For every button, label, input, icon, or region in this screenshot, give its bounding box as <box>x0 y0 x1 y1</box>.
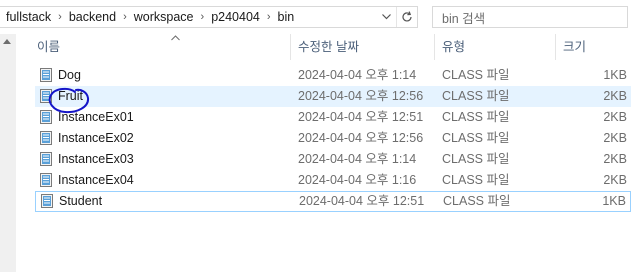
class-file-icon <box>41 194 53 208</box>
file-size: 1KB <box>602 194 626 208</box>
breadcrumb-bin[interactable]: bin <box>274 10 299 24</box>
breadcrumb-separator[interactable]: › <box>120 11 130 23</box>
file-size: 2KB <box>603 173 627 187</box>
file-date: 2024-04-04 오후 12:51 <box>299 194 425 208</box>
breadcrumb-separator[interactable]: › <box>264 11 274 23</box>
file-date: 2024-04-04 오후 12:56 <box>298 131 424 145</box>
file-row-selected[interactable]: Student 2024-04-04 오후 12:51 CLASS 파일 1KB <box>35 191 631 212</box>
file-type: CLASS 파일 <box>442 152 510 166</box>
file-type: CLASS 파일 <box>442 131 510 145</box>
file-size: 2KB <box>603 131 627 145</box>
scroll-up-icon[interactable] <box>3 39 11 44</box>
file-list: Dog 2024-04-04 오후 1:14 CLASS 파일 1KB Frui… <box>35 65 631 212</box>
address-row: fullstack › backend › workspace › p24040… <box>0 0 637 34</box>
navigation-pane <box>0 34 16 272</box>
class-file-icon <box>40 152 52 166</box>
address-bar-buttons <box>376 7 417 27</box>
file-size: 2KB <box>603 110 627 124</box>
file-size: 2KB <box>603 152 627 166</box>
address-bar[interactable]: fullstack › backend › workspace › p24040… <box>0 6 418 28</box>
refresh-icon[interactable] <box>396 7 417 27</box>
file-size: 2KB <box>603 89 627 103</box>
breadcrumb-backend[interactable]: backend <box>65 10 120 24</box>
file-type: CLASS 파일 <box>442 173 510 187</box>
file-name: InstanceEx03 <box>58 152 134 166</box>
chevron-down-icon[interactable] <box>376 7 396 27</box>
file-type: CLASS 파일 <box>442 89 510 103</box>
file-row[interactable]: Fruit 2024-04-04 오후 12:56 CLASS 파일 2KB <box>35 86 631 107</box>
file-row[interactable]: InstanceEx03 2024-04-04 오후 1:14 CLASS 파일… <box>35 149 631 170</box>
file-date: 2024-04-04 오후 1:14 <box>298 152 417 166</box>
file-type: CLASS 파일 <box>442 110 510 124</box>
file-row[interactable]: InstanceEx01 2024-04-04 오후 12:51 CLASS 파… <box>35 107 631 128</box>
file-date: 2024-04-04 오후 12:56 <box>298 89 424 103</box>
handdrawn-circle-annotation <box>48 87 90 114</box>
breadcrumb-separator[interactable]: › <box>55 11 65 23</box>
class-file-icon <box>40 173 52 187</box>
class-file-icon <box>40 68 52 82</box>
breadcrumb-workspace[interactable]: workspace <box>130 10 198 24</box>
search-placeholder: bin 검색 <box>442 11 486 26</box>
file-name: Dog <box>58 68 81 82</box>
file-row[interactable]: InstanceEx02 2024-04-04 오후 12:56 CLASS 파… <box>35 128 631 149</box>
file-row[interactable]: InstanceEx04 2024-04-04 오후 1:16 CLASS 파일… <box>35 170 631 191</box>
column-type[interactable]: 유형 <box>435 34 555 60</box>
column-size[interactable]: 크기 <box>556 34 637 60</box>
file-name: InstanceEx02 <box>58 131 134 145</box>
file-name: Student <box>59 194 103 208</box>
breadcrumb-p240404[interactable]: p240404 <box>207 10 264 24</box>
column-date[interactable]: 수정한 날짜 <box>291 34 434 60</box>
file-size: 1KB <box>603 68 627 82</box>
breadcrumb-separator[interactable]: › <box>198 11 208 23</box>
column-name[interactable]: 이름 <box>30 34 290 60</box>
file-type: CLASS 파일 <box>442 68 510 82</box>
file-date: 2024-04-04 오후 1:14 <box>298 68 417 82</box>
file-date: 2024-04-04 오후 1:16 <box>298 173 417 187</box>
class-file-icon <box>40 131 52 145</box>
file-name: InstanceEx04 <box>58 173 134 187</box>
file-date: 2024-04-04 오후 12:51 <box>298 110 424 124</box>
file-row[interactable]: Dog 2024-04-04 오후 1:14 CLASS 파일 1KB <box>35 65 631 86</box>
search-input[interactable]: bin 검색 <box>432 6 628 28</box>
file-type: CLASS 파일 <box>443 194 511 208</box>
breadcrumb-fullstack[interactable]: fullstack <box>0 10 55 24</box>
column-header: 이름 수정한 날짜 유형 크기 <box>16 34 637 60</box>
